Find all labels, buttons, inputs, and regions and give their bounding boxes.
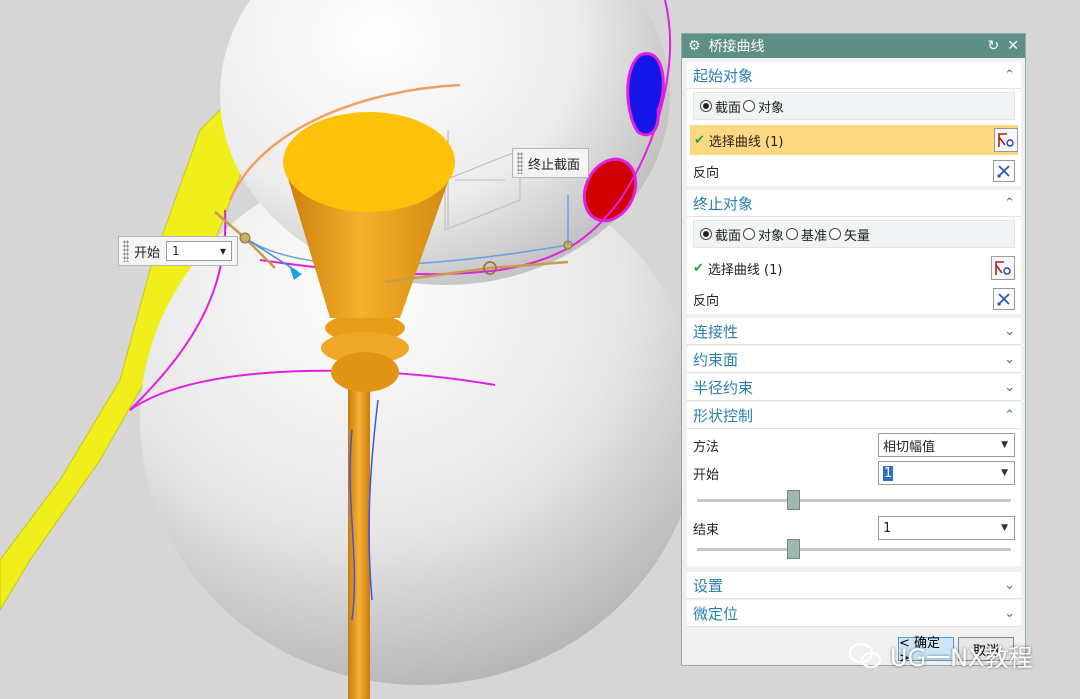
chevron-down-icon: ▾: [219, 244, 227, 258]
chevron-down-icon: ▼: [1001, 468, 1008, 478]
chevron-down-icon: ▼: [1001, 523, 1008, 533]
section-title: 终止对象: [693, 194, 754, 213]
section-shape-control-header[interactable]: 形状控制 ⌃: [687, 402, 1021, 429]
select-curve-label: 选择曲线 (1): [708, 134, 784, 150]
broom-top-face: [283, 112, 455, 212]
start-point-handle[interactable]: [239, 232, 251, 244]
section-title: 形状控制: [693, 406, 754, 425]
chevron-up-icon[interactable]: ⌃: [1004, 68, 1015, 83]
section-connectivity[interactable]: 连接性 ⌄: [687, 318, 1021, 345]
section-radius-constraint[interactable]: 半径约束 ⌄: [687, 374, 1021, 401]
start-label: 开始: [693, 467, 720, 483]
select-curve-label: 选择曲线 (1): [707, 262, 783, 278]
section-end-object-header[interactable]: 终止对象 ⌃: [687, 190, 1021, 217]
end-label: 结束: [693, 522, 720, 538]
end-section-text: 终止截面: [528, 157, 581, 173]
end-slider-thumb[interactable]: [787, 539, 801, 559]
start-slider-thumb[interactable]: [787, 490, 801, 510]
section-title: 半径约束: [693, 378, 754, 397]
start-value[interactable]: 1: [883, 465, 894, 481]
start-value-select[interactable]: 1 ▼: [878, 461, 1015, 485]
bridge-curve-dialog: ⚙ 桥接曲线 ↻ ✕ 起始对象 ⌃ 截面 对象 ✔ 选择曲线 (1) 反向 终止…: [681, 33, 1026, 666]
chevron-up-icon[interactable]: ⌃: [1004, 196, 1015, 211]
reverse-direction-icon[interactable]: [993, 288, 1015, 310]
start-float-label: 开始: [134, 245, 161, 261]
chevron-down-icon[interactable]: ⌄: [1004, 606, 1015, 621]
end-reverse-row: 反向: [693, 286, 1015, 312]
curve-select-icon[interactable]: [991, 256, 1015, 280]
end-value: 1: [883, 520, 892, 536]
end-slider[interactable]: [697, 539, 1011, 559]
start-float-input[interactable]: 开始 1 ▾: [118, 236, 238, 266]
start-select-curve-row[interactable]: ✔ 选择曲线 (1): [690, 125, 1018, 155]
section-constraint-face[interactable]: 约束面 ⌄: [687, 346, 1021, 373]
reverse-label: 反向: [693, 293, 720, 309]
method-value: 相切幅值: [883, 439, 936, 455]
start-float-value: 1: [172, 244, 180, 258]
radio-object[interactable]: 对象: [743, 97, 784, 116]
section-title: 微定位: [693, 604, 739, 623]
start-row: 开始 1 ▼: [693, 460, 1015, 486]
section-fine-position[interactable]: 微定位 ⌄: [687, 600, 1021, 627]
end-select-curve-row[interactable]: ✔ 选择曲线 (1): [693, 253, 1015, 283]
radio-object[interactable]: 对象: [743, 225, 784, 244]
reverse-label: 反向: [693, 165, 720, 181]
drag-grip-icon[interactable]: [123, 240, 129, 262]
section-end-object: 终止对象 ⌃ 截面 对象 基准 矢量 ✔ 选择曲线 (1) 反向: [687, 190, 1021, 314]
method-label: 方法: [693, 439, 720, 455]
section-settings[interactable]: 设置 ⌄: [687, 572, 1021, 599]
drag-grip-icon[interactable]: [517, 152, 523, 174]
start-type-radio-group: 截面 对象: [693, 92, 1015, 120]
reverse-direction-icon[interactable]: [993, 160, 1015, 182]
section-title: 约束面: [693, 350, 739, 369]
broom-handle: [348, 380, 370, 699]
chevron-up-icon[interactable]: ⌃: [1004, 408, 1015, 423]
check-icon: ✔: [694, 132, 705, 148]
radio-vector[interactable]: 矢量: [829, 225, 870, 244]
end-row: 结束 1 ▼: [693, 515, 1015, 541]
wechat-icon: [849, 642, 881, 668]
end-section-label[interactable]: 终止截面: [512, 148, 590, 178]
section-start-object-header[interactable]: 起始对象 ⌃: [687, 62, 1021, 89]
check-icon: ✔: [693, 260, 704, 276]
radio-section[interactable]: 截面: [700, 97, 741, 116]
gear-icon[interactable]: ⚙: [688, 38, 701, 54]
chevron-down-icon[interactable]: ⌄: [1004, 352, 1015, 367]
start-slider[interactable]: [697, 490, 1011, 510]
end-value-select[interactable]: 1 ▼: [878, 516, 1015, 540]
chevron-down-icon[interactable]: ⌄: [1004, 380, 1015, 395]
ring-bottom: [331, 352, 399, 392]
chevron-down-icon[interactable]: ⌄: [1004, 578, 1015, 593]
watermark: UG一NX教程: [848, 638, 1033, 673]
dialog-titlebar[interactable]: ⚙ 桥接曲线 ↻ ✕: [682, 34, 1025, 58]
section-start-object: 起始对象 ⌃ 截面 对象 ✔ 选择曲线 (1) 反向: [687, 62, 1021, 186]
start-float-select[interactable]: 1 ▾: [166, 241, 233, 261]
start-reverse-row: 反向: [693, 158, 1015, 184]
curve-select-icon[interactable]: [994, 128, 1018, 152]
section-shape-control: 形状控制 ⌃ 方法 相切幅值 ▼ 开始 1 ▼ 结束 1 ▼: [687, 402, 1021, 566]
radio-datum[interactable]: 基准: [786, 225, 827, 244]
method-select[interactable]: 相切幅值 ▼: [878, 433, 1015, 457]
radio-section[interactable]: 截面: [700, 225, 741, 244]
method-row: 方法 相切幅值 ▼: [693, 432, 1015, 458]
section-title: 设置: [693, 576, 724, 595]
section-title: 连接性: [693, 322, 739, 341]
chevron-down-icon[interactable]: ⌄: [1004, 324, 1015, 339]
close-icon[interactable]: ✕: [1007, 38, 1019, 54]
chevron-down-icon: ▼: [1001, 440, 1008, 450]
watermark-text: UG一NX教程: [890, 644, 1033, 672]
section-title: 起始对象: [693, 66, 754, 85]
dialog-title: 桥接曲线: [708, 39, 765, 55]
reset-icon[interactable]: ↻: [988, 38, 1000, 54]
end-type-radio-group: 截面 对象 基准 矢量: [693, 220, 1015, 248]
